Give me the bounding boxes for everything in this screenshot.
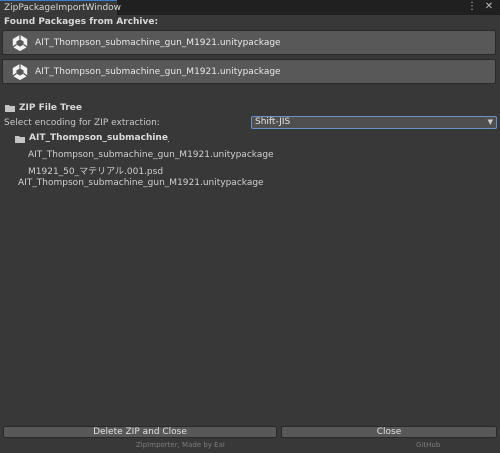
package-button[interactable]: AIT_Thompson_submachine_gun_M1921.unityp… — [2, 30, 496, 55]
encoding-select[interactable]: Shift-JIS ▼ — [251, 116, 497, 129]
unity-icon — [12, 34, 28, 52]
unity-icon — [12, 63, 28, 81]
tab-bar: ZipPackageImportWindow ⋮ ✕ — [0, 0, 500, 15]
close-button[interactable]: Close — [281, 426, 497, 438]
tree-file-row[interactable]: M1921_50_マテリアル.001.psd — [28, 164, 163, 177]
credit-text: ZipImporter, Made by Eai — [136, 441, 225, 449]
more-options-icon[interactable]: ⋮ — [465, 0, 479, 15]
delete-zip-and-close-button[interactable]: Delete ZIP and Close — [3, 426, 277, 438]
tree-file-row[interactable]: AIT_Thompson_submachine_gun_M1921.unityp… — [28, 150, 274, 160]
folder-icon — [5, 105, 15, 112]
zip-file-tree-title: ZIP File Tree — [19, 103, 82, 113]
package-label: AIT_Thompson_submachine_gun_M1921.unityp… — [35, 38, 281, 48]
encoding-label: Select encoding for ZIP extraction: — [4, 118, 160, 128]
tree-folder-label: AIT_Thompson_submachine_gun_M — [29, 133, 169, 143]
package-label: AIT_Thompson_submachine_gun_M1921.unityp… — [35, 67, 281, 77]
folder-icon — [15, 136, 25, 143]
tree-file-row[interactable]: AIT_Thompson_submachine_gun_M1921.unityp… — [18, 178, 264, 188]
window-tab[interactable]: ZipPackageImportWindow — [0, 0, 121, 15]
found-packages-header: Found Packages from Archive: — [4, 17, 159, 27]
tree-folder-row[interactable]: AIT_Thompson_submachine_gun_M — [29, 133, 169, 143]
close-window-icon[interactable]: ✕ — [482, 0, 496, 15]
encoding-select-value: Shift-JIS — [255, 117, 291, 127]
chevron-down-icon: ▼ — [487, 118, 493, 126]
github-link[interactable]: GitHub — [416, 441, 440, 449]
package-button[interactable]: AIT_Thompson_submachine_gun_M1921.unityp… — [2, 59, 496, 84]
